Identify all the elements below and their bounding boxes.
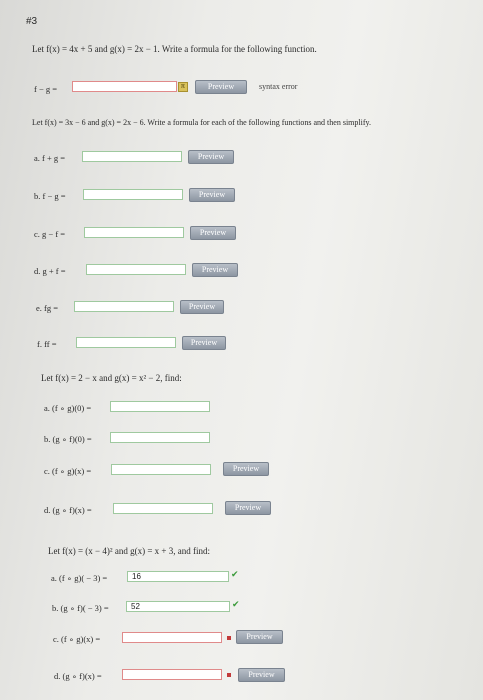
- part4-item-label-a: a. (f ∘ g)( − 3) =: [51, 573, 108, 583]
- part4-preview-button-d[interactable]: Preview: [238, 668, 285, 682]
- part4-item-label-c: c. (f ∘ g)(x) =: [53, 634, 101, 644]
- check-icon: ✔: [231, 570, 239, 580]
- part4-preview-button-c[interactable]: Preview: [236, 630, 283, 644]
- part2-input-b[interactable]: [83, 189, 183, 200]
- part2-item-label-e: e. fg =: [36, 303, 59, 313]
- part1-answer-input[interactable]: [72, 81, 177, 92]
- part2-input-d[interactable]: [86, 264, 186, 275]
- part3-statement: Let f(x) = 2 − x and g(x) = x² − 2, find…: [41, 373, 182, 383]
- part3-input-d[interactable]: [113, 503, 213, 514]
- part2-input-f[interactable]: [76, 337, 176, 348]
- part2-preview-button-c[interactable]: Preview: [190, 226, 236, 240]
- part2-preview-button-a[interactable]: Preview: [188, 150, 234, 164]
- pi-icon[interactable]: π: [178, 82, 188, 92]
- part2-preview-button-f[interactable]: Preview: [182, 336, 226, 350]
- part3-preview-button-c[interactable]: Preview: [223, 462, 269, 476]
- part3-input-c[interactable]: [111, 464, 211, 475]
- part4-input-c[interactable]: [122, 632, 222, 643]
- part4-input-a[interactable]: 16: [127, 571, 229, 582]
- part1-statement: Let f(x) = 4x + 5 and g(x) = 2x − 1. Wri…: [32, 44, 317, 54]
- part4-input-b[interactable]: 52: [126, 601, 230, 612]
- part3-item-label-a: a. (f ∘ g)(0) =: [44, 403, 92, 413]
- part2-item-label-c: c. g − f =: [34, 229, 66, 239]
- part2-statement: Let f(x) = 3x − 6 and g(x) = 2x − 6. Wri…: [32, 118, 371, 127]
- part3-input-a[interactable]: [110, 401, 210, 412]
- part2-input-e[interactable]: [74, 301, 174, 312]
- part1-error-text: syntax error: [259, 82, 298, 91]
- part4-item-label-d: d. (g ∘ f)(x) =: [54, 671, 102, 681]
- problem-number: #3: [26, 16, 38, 27]
- part2-preview-button-b[interactable]: Preview: [189, 188, 235, 202]
- part1-preview-button[interactable]: Preview: [195, 80, 247, 94]
- part2-item-label-f: f. ff =: [37, 339, 57, 349]
- incorrect-marker-icon: [227, 673, 231, 677]
- part3-item-label-d: d. (g ∘ f)(x) =: [44, 505, 92, 515]
- part2-item-label-b: b. f − g =: [34, 191, 66, 201]
- part2-input-a[interactable]: [82, 151, 182, 162]
- part3-input-b[interactable]: [110, 432, 210, 443]
- incorrect-marker-icon: [227, 636, 231, 640]
- part3-preview-button-d[interactable]: Preview: [225, 501, 271, 515]
- part3-item-label-c: c. (f ∘ g)(x) =: [44, 466, 92, 476]
- part2-item-label-a: a. f + g =: [34, 153, 66, 163]
- part4-statement: Let f(x) = (x − 4)² and g(x) = x + 3, an…: [48, 546, 210, 556]
- part1-question-label: f − g =: [34, 84, 58, 94]
- part4-input-d[interactable]: [122, 669, 222, 680]
- part3-item-label-b: b. (g ∘ f)(0) =: [44, 434, 92, 444]
- check-icon: ✔: [232, 600, 240, 610]
- part2-item-label-d: d. g + f =: [34, 266, 66, 276]
- part2-preview-button-e[interactable]: Preview: [180, 300, 224, 314]
- part4-item-label-b: b. (g ∘ f)( − 3) =: [52, 603, 109, 613]
- part2-preview-button-d[interactable]: Preview: [192, 263, 238, 277]
- part2-input-c[interactable]: [84, 227, 184, 238]
